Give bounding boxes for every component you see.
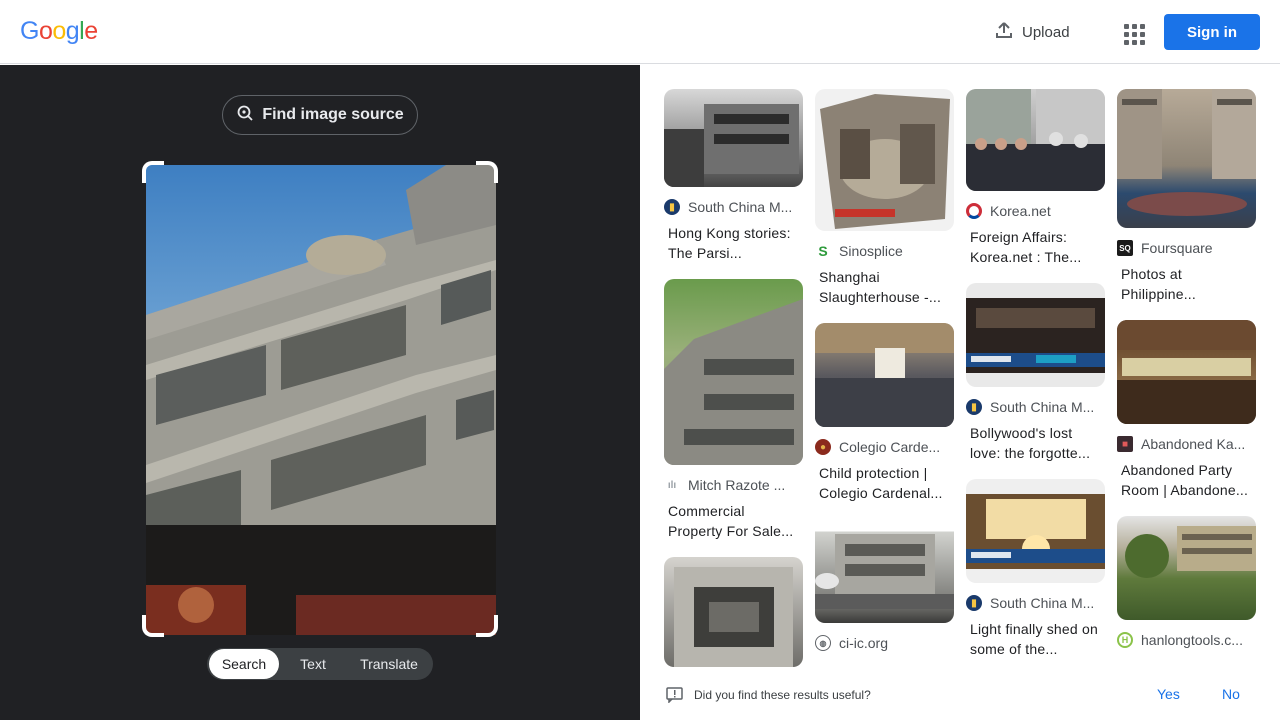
result-card[interactable]: S Sinosplice Shanghai Slaughterhouse -...	[815, 89, 954, 307]
crop-corner-bottom-right[interactable]	[476, 615, 498, 637]
result-title[interactable]: Bollywood's lost love: the forgotte...	[970, 423, 1105, 463]
result-title[interactable]: Abandoned Party Room | Abandone...	[1121, 460, 1256, 500]
result-source: Sinosplice	[839, 243, 903, 259]
mode-search-button[interactable]: Search	[209, 649, 279, 679]
result-thumbnail[interactable]	[664, 557, 803, 667]
results-column: ▮ South China M... Hong Kong stories: The…	[664, 89, 803, 670]
result-card[interactable]: ılı Mitch Razote ... Commercial Property …	[664, 279, 803, 541]
result-thumbnail[interactable]	[966, 479, 1105, 583]
s-logo-icon: S	[815, 243, 831, 259]
result-title[interactable]: Photos at Philippine...	[1121, 264, 1256, 304]
result-card[interactable]: ● Colegio Carde... Child protection | Col…	[815, 323, 954, 503]
top-bar: Google Upload Sign in	[0, 0, 1280, 64]
mode-text-button[interactable]: Text	[279, 649, 347, 679]
upload-button[interactable]: Upload	[986, 15, 1078, 49]
scmp-icon: ▮	[966, 399, 982, 415]
logo-letter: o	[52, 17, 66, 45]
find-image-source-button[interactable]: Find image source	[222, 95, 418, 135]
result-title[interactable]: Light finally shed on some of the...	[970, 619, 1105, 659]
result-title[interactable]: Shanghai Slaughterhouse -...	[819, 267, 954, 307]
crop-corner-top-right[interactable]	[476, 161, 498, 183]
result-thumbnail[interactable]	[815, 89, 954, 231]
query-image	[146, 165, 496, 635]
feedback-question: Did you find these results useful?	[694, 688, 871, 702]
chart-icon: ılı	[664, 477, 680, 493]
find-image-source-label: Find image source	[262, 106, 404, 123]
result-thumbnail[interactable]	[664, 89, 803, 187]
result-card[interactable]: ▮ South China M... Light finally shed on …	[966, 479, 1105, 659]
crop-corner-bottom-left[interactable]	[142, 615, 164, 637]
google-logo[interactable]: Google	[20, 17, 98, 46]
result-source: South China M...	[688, 199, 793, 215]
result-title[interactable]: Foreign Affairs: Korea.net : The...	[970, 227, 1105, 267]
result-thumbnail[interactable]	[815, 519, 954, 623]
feedback-bar: Did you find these results useful? Yes N…	[640, 670, 1280, 720]
korea-flag-icon	[966, 203, 982, 219]
mode-translate-button[interactable]: Translate	[347, 649, 431, 679]
apps-grid-icon[interactable]	[1116, 16, 1148, 48]
result-title[interactable]: Child protection | Colegio Cardenal...	[819, 463, 954, 503]
result-source: ci-ic.org	[839, 635, 889, 651]
foursquare-icon: SQ	[1117, 240, 1133, 256]
crop-corner-top-left[interactable]	[142, 161, 164, 183]
globe-icon: ◍	[815, 635, 831, 651]
hanlong-icon: H	[1117, 632, 1133, 648]
logo-letter: g	[65, 17, 80, 45]
result-card[interactable]: ◍ ci-ic.org	[815, 519, 954, 651]
scmp-icon: ▮	[966, 595, 982, 611]
result-card[interactable]: ▮ South China M... Hong Kong stories: The…	[664, 89, 803, 263]
feedback-icon	[666, 687, 684, 706]
crest-icon: ●	[815, 439, 831, 455]
visual-matches: ▮ South China M... Hong Kong stories: The…	[640, 65, 1280, 670]
result-thumbnail[interactable]	[966, 89, 1105, 191]
result-thumbnail[interactable]	[664, 279, 803, 465]
result-source: Colegio Carde...	[839, 439, 941, 455]
logo-letter: e	[84, 17, 98, 45]
result-source: Foursquare	[1141, 240, 1213, 256]
lens-panel: Find image source Search Text Translate	[0, 65, 640, 720]
feedback-yes-button[interactable]: Yes	[1157, 686, 1180, 702]
results-column: Korea.net Foreign Affairs: Korea.net : T…	[966, 89, 1105, 670]
result-source: Korea.net	[990, 203, 1051, 219]
logo-letter: o	[38, 17, 53, 45]
lens-mode-toggle: Search Text Translate	[207, 648, 433, 680]
result-card[interactable]: ▮ South China M... Bollywood's lost love:…	[966, 283, 1105, 463]
feedback-no-button[interactable]: No	[1222, 686, 1240, 702]
upload-label: Upload	[1022, 23, 1070, 41]
result-thumbnail[interactable]	[1117, 516, 1256, 620]
abandoned-icon: ■	[1117, 436, 1133, 452]
result-source: South China M...	[990, 399, 1095, 415]
upload-icon	[994, 20, 1014, 44]
results-column: S Sinosplice Shanghai Slaughterhouse -...…	[815, 89, 954, 667]
results-column: SQ Foursquare Photos at Philippine... ■ Ab…	[1117, 89, 1256, 664]
result-thumbnail[interactable]	[1117, 89, 1256, 228]
result-source: Abandoned Ka...	[1141, 436, 1246, 452]
result-card[interactable]	[664, 557, 803, 667]
result-source: Mitch Razote ...	[688, 477, 786, 493]
result-source: South China M...	[990, 595, 1095, 611]
result-card[interactable]: SQ Foursquare Photos at Philippine...	[1117, 89, 1256, 304]
lens-search-icon	[236, 104, 254, 127]
logo-letter: G	[20, 17, 39, 45]
result-card[interactable]: ■ Abandoned Ka... Abandoned Party Room | …	[1117, 320, 1256, 500]
sign-in-button[interactable]: Sign in	[1164, 14, 1260, 50]
scmp-icon: ▮	[664, 199, 680, 215]
result-source: hanlongtools.c...	[1141, 632, 1243, 648]
result-card[interactable]: Hhanlongtools.c...	[1117, 516, 1256, 648]
result-title[interactable]: Hong Kong stories: The Parsi...	[668, 223, 803, 263]
result-card[interactable]: Korea.net Foreign Affairs: Korea.net : T…	[966, 89, 1105, 267]
result-thumbnail[interactable]	[1117, 320, 1256, 424]
result-thumbnail[interactable]	[815, 323, 954, 427]
result-thumbnail[interactable]	[966, 283, 1105, 387]
result-title[interactable]: Commercial Property For Sale...	[668, 501, 803, 541]
